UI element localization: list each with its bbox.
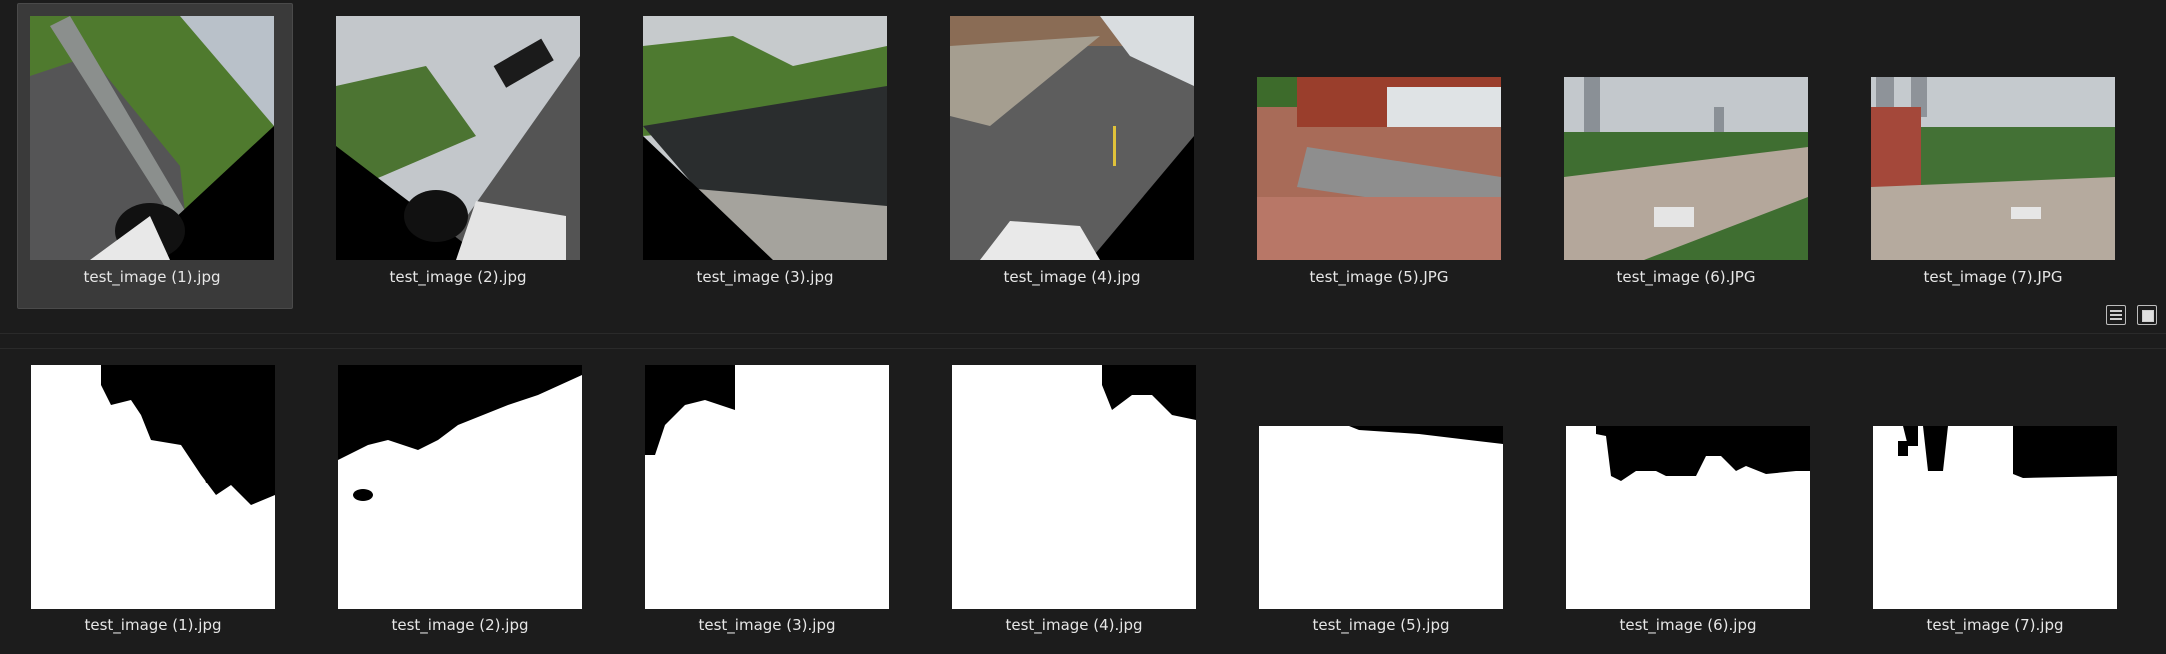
- list-view-icon[interactable]: [2106, 305, 2126, 325]
- thumbnail-image[interactable]: [30, 16, 274, 260]
- mask-filename: test_image (5).jpg: [1312, 616, 1450, 634]
- thumbnail-filename: test_image (3).jpg: [696, 268, 834, 286]
- thumbnail-filename: test_image (4).jpg: [1003, 268, 1141, 286]
- pane-divider: [0, 348, 2166, 349]
- mask-image[interactable]: [1873, 426, 2117, 609]
- thumbnail-image[interactable]: [643, 16, 887, 260]
- mask-filename: test_image (2).jpg: [391, 616, 529, 634]
- image-strip-masks: test_image (1).jpg test_image (2).jpg te…: [0, 350, 2166, 654]
- thumbnail-image[interactable]: [336, 16, 580, 260]
- mask-filename: test_image (6).jpg: [1619, 616, 1757, 634]
- pane-divider: [0, 333, 2166, 334]
- thumbnail-image[interactable]: [1564, 77, 1808, 260]
- mask-filename: test_image (3).jpg: [698, 616, 836, 634]
- thumbnail-filename: test_image (2).jpg: [389, 268, 527, 286]
- thumbnail-image[interactable]: [950, 16, 1194, 260]
- mask-filename: test_image (4).jpg: [1005, 616, 1143, 634]
- image-strip-original: test_image (1).jpg test_image (2).jpg te…: [0, 0, 2166, 332]
- mask-image[interactable]: [1259, 426, 1503, 609]
- mask-image[interactable]: [31, 365, 275, 609]
- thumbnail-image[interactable]: [1871, 77, 2115, 260]
- mask-image[interactable]: [645, 365, 889, 609]
- thumbnail-filename: test_image (1).jpg: [83, 268, 221, 286]
- mask-filename: test_image (7).jpg: [1926, 616, 2064, 634]
- mask-image[interactable]: [952, 365, 1196, 609]
- grid-view-icon[interactable]: [2137, 305, 2157, 325]
- mask-image[interactable]: [1566, 426, 1810, 609]
- thumbnail-filename: test_image (7).JPG: [1923, 268, 2063, 286]
- mask-image[interactable]: [338, 365, 582, 609]
- mask-filename: test_image (1).jpg: [84, 616, 222, 634]
- thumbnail-filename: test_image (5).JPG: [1309, 268, 1449, 286]
- thumbnail-filename: test_image (6).JPG: [1616, 268, 1756, 286]
- thumbnail-image[interactable]: [1257, 77, 1501, 260]
